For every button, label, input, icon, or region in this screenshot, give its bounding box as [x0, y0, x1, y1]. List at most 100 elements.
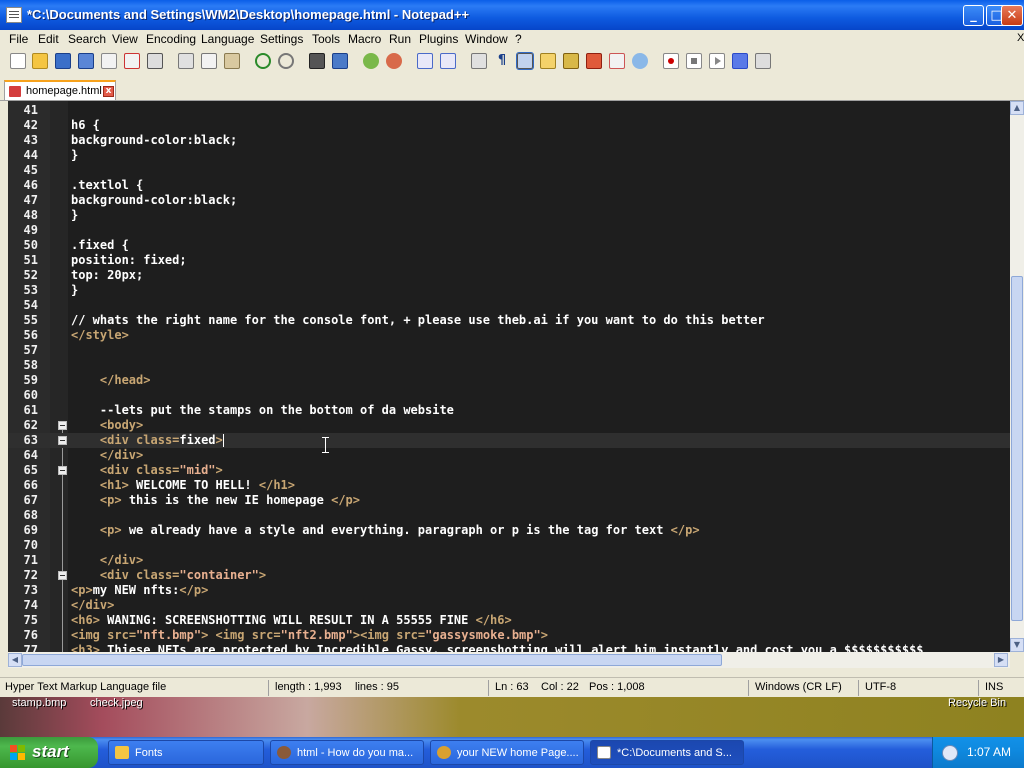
code-line[interactable]: 77 <h3> Thiese NFTs are protected by Incr… — [8, 643, 1010, 652]
stop-recording-icon[interactable] — [686, 53, 702, 69]
playback-icon[interactable] — [709, 53, 725, 69]
code-line[interactable]: 59 </head> — [8, 373, 1010, 388]
redo-icon[interactable] — [278, 53, 294, 69]
minimize-button[interactable]: _ — [963, 5, 984, 26]
save-macro-icon[interactable] — [755, 53, 771, 69]
cut-icon[interactable] — [178, 53, 194, 69]
title-bar[interactable]: *C:\Documents and Settings\WM2\Desktop\h… — [0, 0, 1024, 30]
menu-view[interactable]: View — [112, 32, 138, 46]
code-line[interactable]: 52 top: 20px; — [8, 268, 1010, 283]
code-line[interactable]: 42 h6 { — [8, 118, 1010, 133]
start-button[interactable]: start — [0, 737, 98, 768]
save-all-icon[interactable] — [78, 53, 94, 69]
function-list-icon[interactable] — [586, 53, 602, 69]
code-line[interactable]: 44} — [8, 148, 1010, 163]
code-line[interactable]: 66 <h1> WELCOME TO HELL! </h1> — [8, 478, 1010, 493]
paste-icon[interactable] — [224, 53, 240, 69]
code-line[interactable]: 47 background-color:black; — [8, 193, 1010, 208]
open-file-icon[interactable] — [32, 53, 48, 69]
menu-window[interactable]: Window — [465, 32, 508, 46]
menu-language[interactable]: Language — [201, 32, 254, 46]
network-icon[interactable] — [942, 745, 958, 761]
vertical-scrollbar[interactable]: ▲ ▼ — [1010, 101, 1024, 652]
taskbar-item-notepadpp[interactable]: *C:\Documents and S... — [590, 740, 744, 765]
code-line[interactable]: 73 <p>my NEW nfts:</p> — [8, 583, 1010, 598]
monitoring-icon[interactable] — [632, 53, 648, 69]
zoom-out-icon[interactable] — [386, 53, 402, 69]
fold-toggle-icon[interactable] — [58, 466, 67, 475]
code-line[interactable]: 69 <p> we already have a style and every… — [8, 523, 1010, 538]
eol-status[interactable]: Windows (CR LF) — [755, 681, 842, 693]
code-editor[interactable]: 41 42 h6 {43 background-color:black; 44} 45 46… — [8, 101, 1010, 652]
new-file-icon[interactable] — [10, 53, 26, 69]
taskbar-item-browser[interactable]: html - How do you ma... — [270, 740, 424, 765]
menu-run[interactable]: Run — [389, 32, 411, 46]
code-line[interactable]: 60 — [8, 388, 1010, 403]
menu-encoding[interactable]: Encoding — [146, 32, 196, 46]
scroll-left-arrow-icon[interactable]: ◀ — [8, 653, 22, 667]
code-line[interactable]: 68 — [8, 508, 1010, 523]
record-macro-icon[interactable] — [663, 53, 679, 69]
scroll-down-arrow-icon[interactable]: ▼ — [1010, 638, 1024, 652]
indent-guide-icon[interactable] — [516, 52, 534, 70]
code-line[interactable]: 58 — [8, 358, 1010, 373]
menu-file[interactable]: File — [9, 32, 28, 46]
code-line[interactable]: 53} — [8, 283, 1010, 298]
code-line[interactable]: 51 position: fixed; — [8, 253, 1010, 268]
save-icon[interactable] — [55, 53, 71, 69]
tab-close-icon[interactable]: x — [103, 86, 114, 97]
code-line[interactable]: 76 <img src="nft.bmp"> <img src="nft2.bmp… — [8, 628, 1010, 643]
code-line[interactable]: 54 — [8, 298, 1010, 313]
code-line[interactable]: 61 --lets put the stamps on the bottom o… — [8, 403, 1010, 418]
clock[interactable]: 1:07 AM — [967, 745, 1011, 759]
menu-tools[interactable]: Tools — [312, 32, 340, 46]
code-line[interactable]: 63 <div class=fixed> — [8, 433, 1010, 448]
code-line[interactable]: 57 — [8, 343, 1010, 358]
replace-icon[interactable] — [332, 53, 348, 69]
code-line[interactable]: 75 <h6> WANING: SCREENSHOTTING WILL RESUL… — [8, 613, 1010, 628]
fold-toggle-icon[interactable] — [58, 436, 67, 445]
code-line[interactable]: 55 // whats the right name for the consol… — [8, 313, 1010, 328]
code-line[interactable]: 43 background-color:black; — [8, 133, 1010, 148]
word-wrap-icon[interactable] — [471, 53, 487, 69]
run-macro-multiple-icon[interactable] — [732, 53, 748, 69]
user-defined-language-icon[interactable] — [540, 53, 556, 69]
close-file-icon[interactable] — [101, 53, 117, 69]
document-map-icon[interactable] — [563, 53, 579, 69]
sync-horizontal-icon[interactable] — [440, 53, 456, 69]
find-icon[interactable] — [309, 53, 325, 69]
print-icon[interactable] — [147, 53, 163, 69]
code-line[interactable]: 46 .textlol { — [8, 178, 1010, 193]
vertical-scroll-thumb[interactable] — [1011, 276, 1023, 621]
close-button[interactable]: ✕ — [1001, 5, 1023, 26]
undo-icon[interactable] — [255, 53, 271, 69]
menu-edit[interactable]: Edit — [38, 32, 59, 46]
code-line[interactable]: 70 — [8, 538, 1010, 553]
recycle-bin-label[interactable]: Recycle Bin — [948, 697, 1006, 709]
sync-vertical-icon[interactable] — [417, 53, 433, 69]
copy-icon[interactable] — [201, 53, 217, 69]
code-line[interactable]: 49 — [8, 223, 1010, 238]
menu-search[interactable]: Search — [68, 32, 106, 46]
code-line[interactable]: 56 </style> — [8, 328, 1010, 343]
code-line[interactable]: 50 .fixed { — [8, 238, 1010, 253]
menu-macro[interactable]: Macro — [348, 32, 381, 46]
menu-settings[interactable]: Settings — [260, 32, 303, 46]
scroll-up-arrow-icon[interactable]: ▲ — [1010, 101, 1024, 115]
code-line[interactable]: 67 <p> this is the new IE homepage </p> — [8, 493, 1010, 508]
taskbar-item-homepage[interactable]: your NEW home Page.... — [430, 740, 584, 765]
zoom-in-icon[interactable] — [363, 53, 379, 69]
close-all-icon[interactable] — [124, 53, 140, 69]
fold-toggle-icon[interactable] — [58, 421, 67, 430]
fold-toggle-icon[interactable] — [58, 571, 67, 580]
menu-help[interactable]: ? — [515, 32, 522, 46]
tab-homepage-html[interactable]: homepage.html x — [4, 80, 116, 100]
code-line[interactable]: 45 — [8, 163, 1010, 178]
code-line[interactable]: 48} — [8, 208, 1010, 223]
folder-workspace-icon[interactable] — [609, 53, 625, 69]
desktop-icon-label[interactable]: check.jpeg — [90, 697, 143, 709]
code-line[interactable]: 62 <body> — [8, 418, 1010, 433]
encoding-status[interactable]: UTF-8 — [865, 681, 896, 693]
horizontal-scrollbar[interactable]: ◀ ▶ — [8, 652, 1010, 668]
insert-mode-status[interactable]: INS — [985, 681, 1003, 693]
